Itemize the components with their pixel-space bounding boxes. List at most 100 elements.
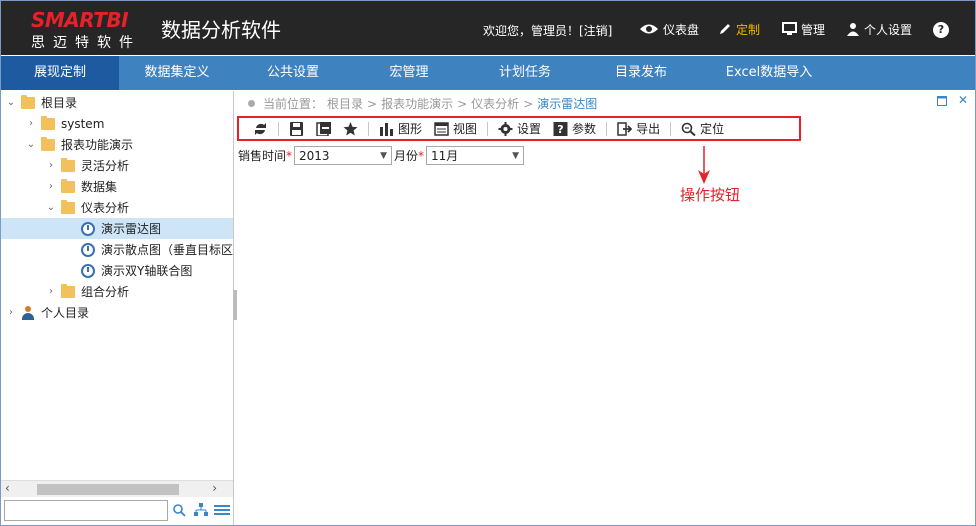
close-icon[interactable]: ✕: [958, 93, 968, 107]
maximize-icon[interactable]: [937, 95, 947, 109]
view-button[interactable]: 视图: [428, 119, 483, 139]
scroll-right-icon[interactable]: ›: [212, 481, 217, 495]
chevron-down-icon[interactable]: ⌄: [45, 202, 57, 213]
sales-time-select[interactable]: 2013 ▼: [294, 146, 393, 165]
tree-node-combined-analysis[interactable]: › 组合分析: [1, 281, 233, 302]
monitor-icon: [782, 22, 797, 35]
zoom-locate-icon: [681, 122, 696, 136]
chevron-down-icon: ▼: [512, 150, 520, 161]
chart-button[interactable]: 图形: [373, 119, 428, 139]
refresh-button[interactable]: [247, 119, 274, 139]
tree-node-radar-demo[interactable]: 演示雷达图: [1, 218, 233, 239]
breadcrumb-dot-icon: [248, 100, 255, 107]
required-mark: *: [286, 148, 293, 163]
chevron-down-icon[interactable]: ⌄: [25, 139, 37, 150]
required-mark: *: [418, 148, 425, 163]
params-button[interactable]: ? 参数: [547, 119, 602, 139]
dashboard-clock-icon: [81, 221, 95, 236]
scroll-left-icon[interactable]: ‹: [5, 481, 10, 495]
logo-wordmark: SMARTBI: [31, 8, 129, 32]
save-button[interactable]: [283, 119, 310, 139]
tree-search-input[interactable]: [4, 500, 168, 521]
tree-node-label: 仪表分析: [81, 201, 130, 215]
month-select[interactable]: 11月 ▼: [426, 146, 525, 165]
toolbar-separator: [606, 121, 608, 136]
chevron-down-icon[interactable]: ⌄: [5, 97, 17, 108]
chevron-right-icon[interactable]: ›: [45, 160, 57, 171]
star-icon: [343, 121, 358, 135]
tree-node-dataset[interactable]: › 数据集: [1, 176, 233, 197]
tree-node-label: 报表功能演示: [61, 138, 134, 152]
sales-time-label: 销售时间: [238, 149, 287, 163]
list-view-icon[interactable]: [214, 505, 230, 515]
save-as-button[interactable]: [310, 119, 337, 139]
folder-icon: [41, 115, 55, 130]
nav-tab-macro-manage[interactable]: 宏管理: [351, 56, 467, 90]
export-button[interactable]: 导出: [611, 119, 666, 139]
main-nav: 展现定制 数据集定义 公共设置 宏管理 计划任务 目录发布 Excel数据导入: [1, 56, 975, 90]
chevron-right-icon[interactable]: ›: [45, 181, 57, 192]
scrollbar-thumb[interactable]: [37, 484, 179, 495]
tree-node-dashboard-analysis[interactable]: ⌄ 仪表分析: [1, 197, 233, 218]
tree-node-scatter-demo[interactable]: 演示散点图（垂直目标区: [1, 239, 233, 260]
panel-splitter[interactable]: [233, 290, 237, 320]
nav-tab-display-customize[interactable]: 展现定制: [1, 56, 119, 90]
customize-link[interactable]: 定制: [718, 19, 760, 39]
folder-icon: [61, 283, 75, 298]
nav-tab-excel-import[interactable]: Excel数据导入: [699, 56, 839, 90]
app-header: SMARTBI 思迈特软件 数据分析软件 欢迎您，管理员！[注销] 仪表盘 定制…: [1, 1, 975, 55]
toolbar-separator: [368, 121, 369, 136]
annotation-label: 操作按钮: [680, 186, 741, 204]
nav-tab-scheduled-tasks[interactable]: 计划任务: [467, 56, 583, 90]
tree-node-flexible-analysis[interactable]: › 灵活分析: [1, 155, 233, 176]
nav-tab-public-settings[interactable]: 公共设置: [235, 56, 351, 90]
month-value: 11月: [431, 149, 459, 163]
toolbar-separator: [670, 121, 672, 136]
favorite-button[interactable]: [337, 119, 364, 139]
breadcrumb-item[interactable]: 报表功能演示: [381, 95, 453, 112]
breadcrumb-item[interactable]: 根目录: [327, 95, 363, 112]
tree-node-label: 数据集: [81, 180, 118, 194]
chevron-right-icon[interactable]: ›: [25, 118, 37, 129]
chevron-right-icon[interactable]: ›: [5, 307, 17, 318]
tree-node-label: 根目录: [41, 96, 78, 110]
report-params: 销售时间 * 2013 ▼ 月份 * 11月 ▼: [238, 146, 525, 165]
manage-label: 管理: [801, 22, 826, 37]
breadcrumb-sep: >: [367, 96, 378, 111]
settings-button[interactable]: 设置: [492, 119, 547, 139]
folder-icon: [21, 94, 35, 109]
view-icon: [434, 121, 449, 136]
tree-node-personal[interactable]: › 个人目录: [1, 302, 233, 323]
tree-node-root[interactable]: ⌄ 根目录: [1, 92, 233, 113]
tree-horizontal-scrollbar[interactable]: ‹ ›: [1, 480, 233, 497]
nav-tab-catalog-publish[interactable]: 目录发布: [583, 56, 699, 90]
tree-node-dual-y-demo[interactable]: 演示双Y轴联合图: [1, 260, 233, 281]
chart-button-label: 图形: [398, 122, 423, 136]
tree-node-label: 个人目录: [41, 306, 90, 320]
gear-icon: [498, 121, 513, 136]
breadcrumb: 当前位置： 根目录 > 报表功能演示 > 仪表分析 > 演示雷达图: [248, 95, 597, 112]
bar-chart-icon: [380, 122, 393, 136]
nav-tab-dataset-define[interactable]: 数据集定义: [119, 56, 235, 90]
customize-label: 定制: [736, 22, 761, 37]
search-icon[interactable]: [172, 503, 186, 517]
dashboard-link[interactable]: 仪表盘: [639, 19, 699, 39]
folder-icon: [41, 136, 55, 151]
month-label: 月份: [394, 149, 419, 163]
manage-link[interactable]: 管理: [782, 19, 825, 39]
question-icon: ?: [553, 121, 568, 136]
tree-node-system[interactable]: › system: [1, 113, 233, 134]
chevron-down-icon: ▼: [380, 150, 388, 161]
personal-settings-link[interactable]: 个人设置: [846, 19, 912, 39]
help-icon[interactable]: ?: [933, 22, 949, 38]
personal-settings-label: 个人设置: [864, 22, 913, 37]
folder-icon: [61, 157, 75, 172]
refresh-icon: [255, 122, 266, 135]
welcome-logout[interactable]: 欢迎您，管理员！[注销]: [483, 22, 612, 39]
breadcrumb-item[interactable]: 仪表分析: [471, 95, 519, 112]
tree-view-icon[interactable]: [194, 503, 208, 517]
locate-button[interactable]: 定位: [675, 119, 730, 139]
chevron-right-icon[interactable]: ›: [45, 286, 57, 297]
brand-logo: SMARTBI 思迈特软件: [31, 8, 149, 51]
tree-node-report-demo[interactable]: ⌄ 报表功能演示: [1, 134, 233, 155]
